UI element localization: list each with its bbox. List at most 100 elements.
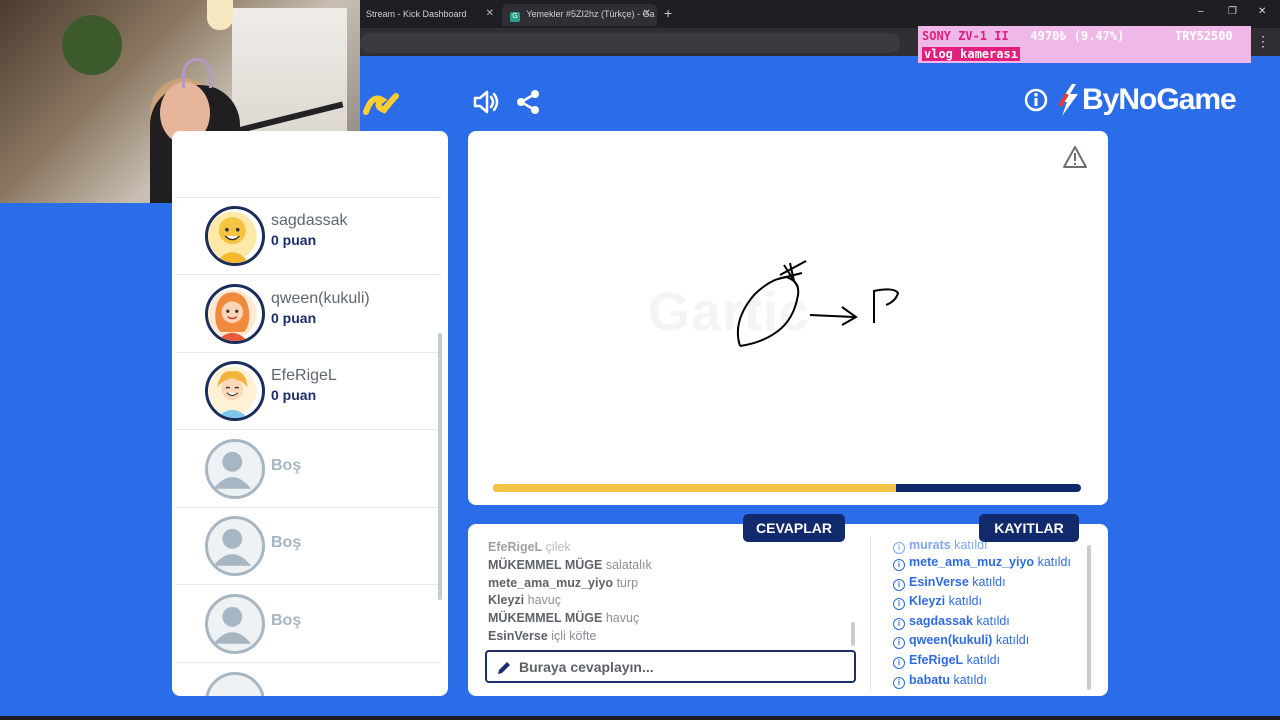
log-user[interactable]: EfeRigeL: [909, 653, 963, 667]
info-icon: i: [893, 617, 905, 630]
log-user[interactable]: murats: [909, 538, 951, 552]
empty-slot-label: Boş: [271, 534, 302, 551]
empty-slot: Boş: [175, 508, 441, 585]
empty-avatar-icon: [205, 439, 265, 499]
info-icon[interactable]: [1024, 88, 1048, 112]
player-avatar: [205, 361, 265, 421]
log-row: i mete_ama_muz_yiyo katıldı: [893, 555, 1083, 575]
info-icon: i: [893, 559, 905, 571]
close-tab-icon[interactable]: ✕: [643, 8, 651, 19]
log-user[interactable]: sagdassak: [909, 614, 973, 628]
log-text: katıldı: [948, 594, 982, 609]
answer-text: içli köfte: [551, 628, 597, 643]
empty-avatar-icon: [205, 516, 265, 576]
player-avatar: [205, 206, 265, 266]
sound-icon[interactable]: [472, 88, 500, 116]
close-tab-icon[interactable]: ✕: [486, 8, 494, 19]
player-row[interactable]: EfeRigeL 0 puan: [175, 353, 441, 430]
player-points: 0 puan: [271, 387, 317, 403]
player-points: 0 puan: [271, 232, 317, 248]
players-panel: sagdassak 0 puan qween(kukuli) 0 puan Ef…: [172, 131, 448, 696]
answer-row: mete_ama_muz_yiyo turp: [488, 576, 848, 594]
log-user[interactable]: mete_ama_muz_yiyo: [909, 555, 1034, 569]
answer-user: MÜKEMMEL MÜGE: [488, 611, 603, 626]
round-timer-bar: [493, 484, 1081, 492]
log-user[interactable]: babatu: [909, 673, 950, 687]
answer-user: Kleyzi: [488, 593, 525, 608]
close-window-button[interactable]: ✕: [1258, 6, 1266, 17]
tab-kick-dashboard[interactable]: Stream - Kick Dashboard ✕: [358, 4, 500, 26]
log-row: i EsinVerse katıldı: [893, 575, 1083, 595]
tab-title: Yemekler #5ZI2hz (Türkçe) - Ga: [526, 9, 655, 19]
answer-user: EfeRigeL: [488, 540, 543, 554]
player-row[interactable]: qween(kukuli) 0 puan: [175, 276, 441, 353]
game-logo[interactable]: [362, 86, 402, 122]
answer-row: MÜKEMMEL MÜGE salatalık: [488, 558, 848, 576]
log-row: i EfeRigeL katıldı: [893, 653, 1083, 673]
info-icon: i: [893, 578, 905, 591]
log-row: i babatu katıldı: [893, 673, 1083, 693]
report-warning-icon[interactable]: [1062, 145, 1088, 169]
info-icon: i: [893, 598, 905, 611]
log-text: katıldı: [953, 672, 987, 687]
minimize-button[interactable]: –: [1198, 6, 1204, 17]
answers-scrollbar[interactable]: [851, 622, 855, 646]
logs-scrollbar[interactable]: [1087, 545, 1091, 690]
empty-slot-partial: [175, 664, 441, 696]
gartic-favicon-icon: G: [510, 12, 520, 22]
log-text: katıldı: [976, 613, 1010, 628]
webcam-plant: [62, 15, 122, 75]
log-user[interactable]: qween(kukuli): [909, 633, 992, 647]
empty-slot: Boş: [175, 431, 441, 508]
players-scrollbar[interactable]: [438, 333, 442, 600]
url-field[interactable]: [360, 33, 900, 53]
answer-row: Kleyzi havuç: [488, 593, 848, 611]
tab-answers[interactable]: CEVAPLAR: [743, 514, 845, 542]
answer-row: MÜKEMMEL MÜGE havuç: [488, 611, 848, 629]
log-user[interactable]: Kleyzi: [909, 594, 945, 608]
round-timer-fill: [493, 484, 897, 492]
bynogame-bolt-icon: [1058, 84, 1078, 116]
ticker-price: 4970₺ (9.47%): [1030, 29, 1125, 43]
player-points: 0 puan: [271, 310, 317, 326]
player-name: sagdassak: [271, 212, 348, 229]
pencil-icon: [498, 662, 510, 674]
log-user[interactable]: EsinVerse: [909, 575, 969, 589]
answer-input[interactable]: [519, 656, 849, 678]
browser-menu-icon[interactable]: ⋮: [1256, 33, 1270, 50]
log-row: i qween(kukuli) katıldı: [893, 633, 1083, 653]
ticker-subtitle: vlog kamerası: [922, 47, 1020, 61]
log-row: i sagdassak katıldı: [893, 614, 1083, 634]
empty-avatar-icon: [205, 672, 265, 696]
player-name: EfeRigeL: [271, 367, 337, 384]
answer-row: EsinVerse içli köfte: [488, 629, 848, 647]
answer-user: EsinVerse: [488, 628, 548, 643]
info-icon: i: [893, 542, 905, 554]
player-name: qween(kukuli): [271, 290, 370, 307]
log-text: katıldı: [966, 652, 1001, 667]
ticker-product: SONY ZV-1 II: [922, 29, 1009, 43]
bunny-ears: [182, 58, 212, 88]
tab-title: Stream - Kick Dashboard: [366, 9, 467, 19]
tab-yemekler-game[interactable]: G Yemekler #5ZI2hz (Türkçe) - Ga ✕: [502, 4, 657, 26]
player-avatar: [205, 284, 265, 344]
info-icon: i: [893, 676, 905, 689]
share-icon[interactable]: [514, 88, 542, 116]
maximize-button[interactable]: ❐: [1228, 6, 1237, 17]
answer-user: MÜKEMMEL MÜGE: [488, 557, 603, 572]
stream-ticker-overlay: SONY ZV-1 II 4970₺ (9.47%) TRY52500 vlog…: [918, 26, 1251, 63]
ticker-line: SONY ZV-1 II 4970₺ (9.47%) TRY52500: [922, 29, 1233, 43]
drawing-canvas[interactable]: Gartic: [468, 131, 1108, 505]
info-icon: i: [893, 656, 905, 669]
answer-text: turp: [616, 575, 639, 590]
answer-text: çilek: [545, 540, 571, 554]
empty-avatar-icon: [205, 594, 265, 654]
answer-input-box[interactable]: [485, 650, 856, 683]
player-row[interactable]: sagdassak 0 puan: [175, 198, 441, 275]
new-tab-button[interactable]: +: [664, 5, 672, 21]
log-row: i Kleyzi katıldı: [893, 594, 1083, 614]
empty-slot: Boş: [175, 586, 441, 663]
info-icon: i: [893, 637, 905, 650]
ticker-currency: TRY52500: [1174, 29, 1233, 43]
answer-text: havuç: [605, 611, 640, 626]
